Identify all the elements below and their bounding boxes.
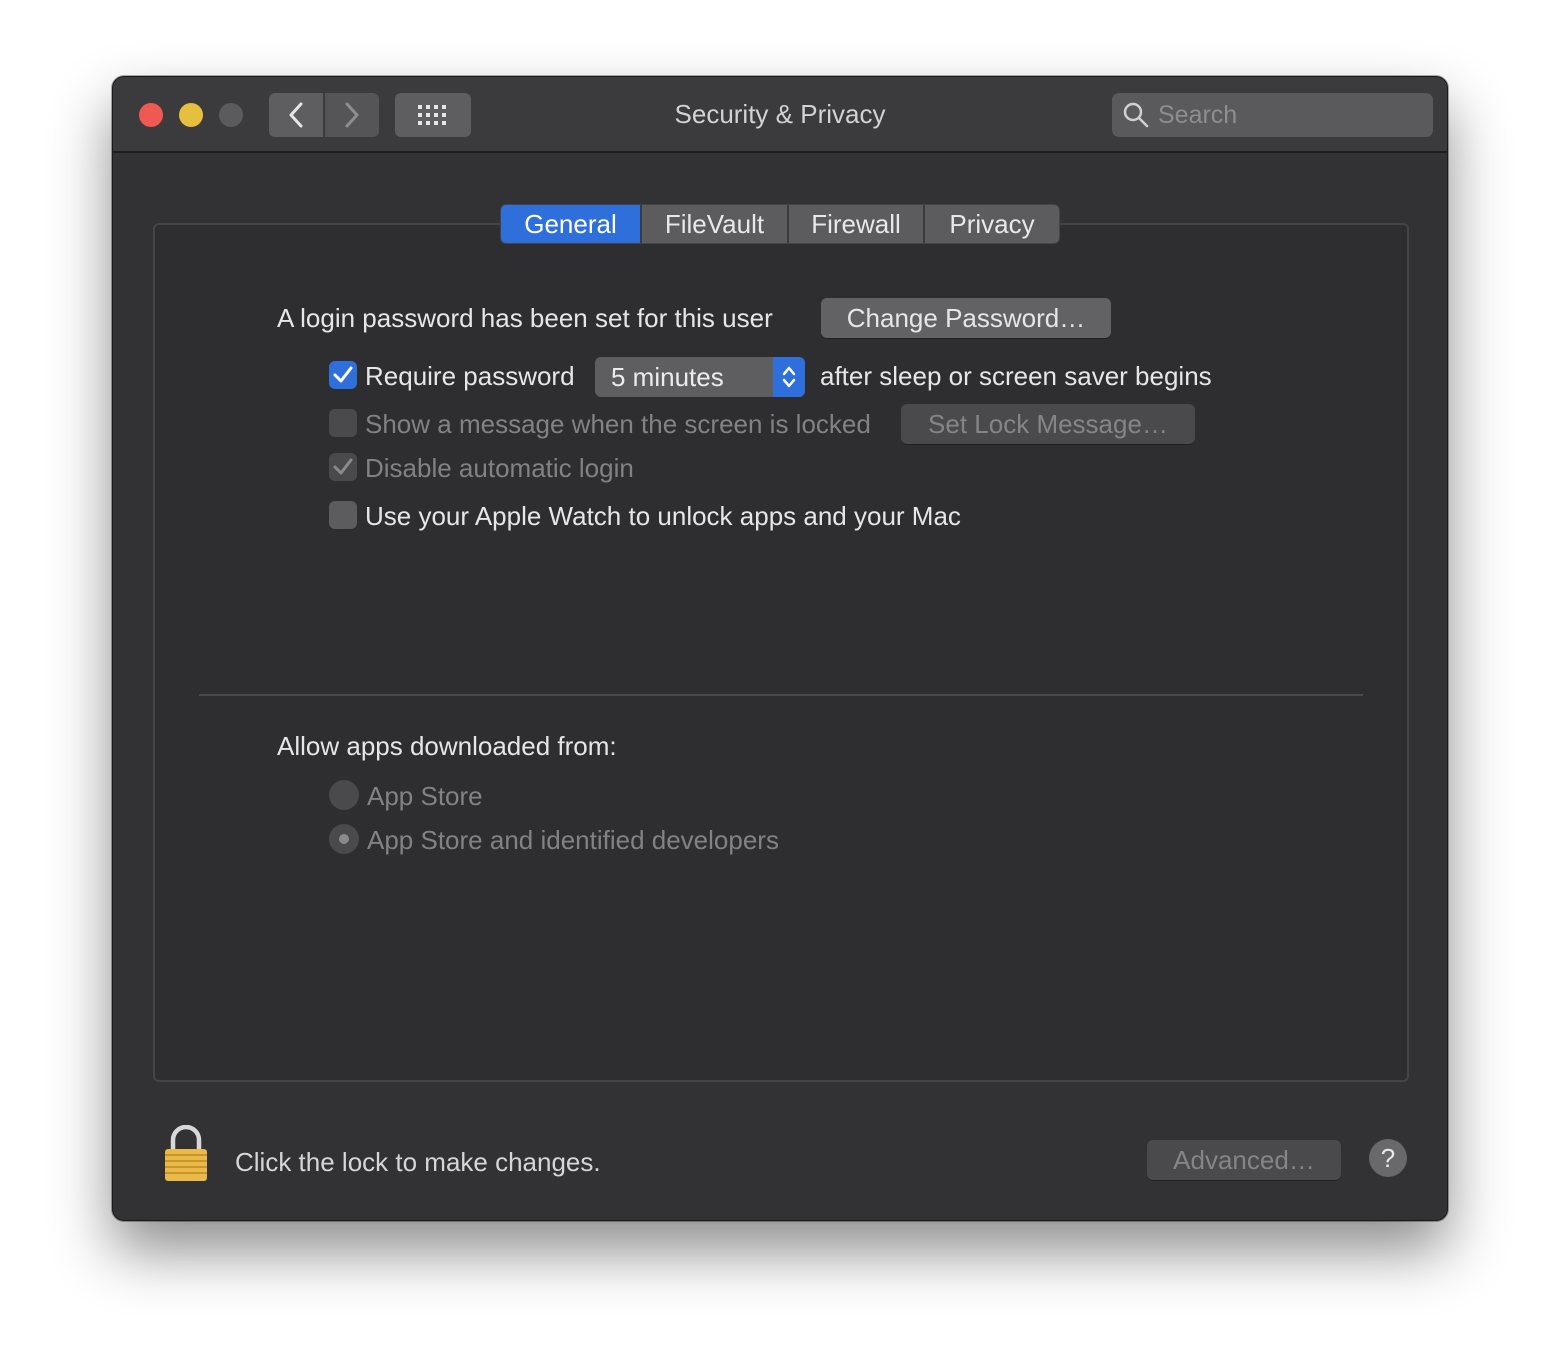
apple-watch-label: Use your Apple Watch to unlock apps and … <box>365 501 961 531</box>
search-field[interactable] <box>1112 93 1433 137</box>
tab-bar: General FileVault Firewall Privacy <box>500 204 1060 244</box>
apple-watch-checkbox[interactable] <box>329 501 357 529</box>
up-down-arrows-icon <box>773 357 805 397</box>
tab-firewall[interactable]: Firewall <box>789 205 925 243</box>
change-password-button[interactable]: Change Password… <box>821 298 1111 338</box>
login-password-label: A login password has been set for this u… <box>277 303 773 333</box>
search-input[interactable] <box>1158 100 1418 130</box>
title-bar: Security & Privacy <box>113 77 1447 153</box>
radio-app-store-identified[interactable] <box>329 824 359 854</box>
section-divider <box>199 694 1363 696</box>
radio-app-store-label: App Store <box>367 781 483 811</box>
radio-app-store-identified-label: App Store and identified developers <box>367 825 779 855</box>
checkmark-icon <box>333 366 353 383</box>
advanced-button[interactable]: Advanced… <box>1147 1140 1341 1180</box>
tab-privacy[interactable]: Privacy <box>925 205 1059 243</box>
disable-auto-login-checkbox[interactable] <box>329 453 357 481</box>
checkmark-icon <box>333 458 353 475</box>
lock-status-text: Click the lock to make changes. <box>235 1147 601 1177</box>
require-password-delay-select[interactable]: 5 minutes <box>595 357 805 397</box>
select-value: 5 minutes <box>611 361 724 392</box>
help-button[interactable]: ? <box>1369 1139 1407 1177</box>
show-message-label: Show a message when the screen is locked <box>365 409 871 439</box>
require-password-checkbox[interactable] <box>329 361 357 389</box>
disable-auto-login-label: Disable automatic login <box>365 453 634 483</box>
allow-apps-heading: Allow apps downloaded from: <box>277 731 617 761</box>
radio-selected-dot <box>339 834 349 844</box>
tab-general[interactable]: General <box>501 205 642 243</box>
show-message-checkbox[interactable] <box>329 409 357 437</box>
security-privacy-window: Security & Privacy General FileVault Fir… <box>112 76 1448 1221</box>
tab-filevault[interactable]: FileVault <box>642 205 789 243</box>
search-icon <box>1122 100 1152 130</box>
require-password-label: Require password <box>365 361 575 391</box>
set-lock-message-button[interactable]: Set Lock Message… <box>901 404 1195 444</box>
lock-icon[interactable] <box>163 1124 209 1188</box>
tab-content-panel <box>153 223 1409 1082</box>
require-password-suffix: after sleep or screen saver begins <box>820 361 1212 391</box>
radio-app-store[interactable] <box>329 780 359 810</box>
